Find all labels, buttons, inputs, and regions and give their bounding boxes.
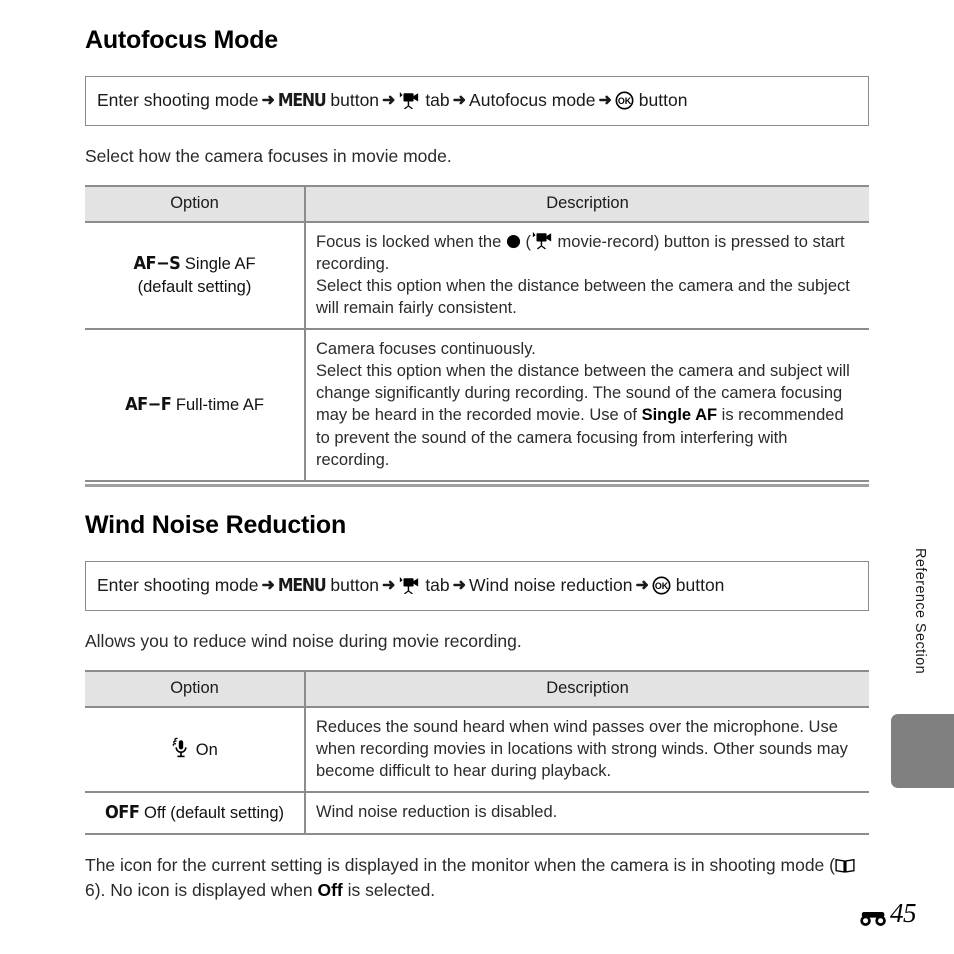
- autofocus-options-table: Option Description AF−S Single AF (defau…: [85, 184, 869, 482]
- page-number: 45: [859, 898, 917, 929]
- path-step-menu-item-1: Wind noise reduction: [469, 575, 633, 595]
- option-cell-on: On: [85, 706, 306, 793]
- movie-tab-icon: [398, 576, 420, 594]
- column-header-option: Option: [85, 184, 306, 223]
- option-cell-full-time-af: AF−F Full-time AF: [85, 329, 306, 482]
- navigation-path-autofocus: Enter shooting mode ➜ MENU button ➜ tab ➜ Aut…: [85, 76, 869, 126]
- side-tab-label: Reference Section: [912, 548, 928, 675]
- path-step-button-1: button: [330, 575, 380, 595]
- table-row: AF−S Single AF (default setting) Focus i…: [85, 221, 869, 331]
- path-step-enter-shooting-mode: Enter shooting mode: [97, 90, 259, 110]
- arrow-icon: ➜: [382, 577, 396, 594]
- section-divider-wrapper: [85, 484, 869, 487]
- af-s-code: AF−S: [133, 253, 181, 275]
- table-row: OFF Off (default setting) Wind noise red…: [85, 791, 869, 836]
- reference-section-e-glyph-icon: [859, 904, 889, 926]
- option-label-on: On: [195, 741, 218, 760]
- ok-button-icon: OK: [615, 91, 634, 110]
- description-line: Select this option when the distance bet…: [316, 276, 850, 317]
- footer-text-before: The icon for the current setting is disp…: [85, 855, 835, 876]
- path-step-button-2: button: [638, 90, 688, 110]
- section-divider: [85, 484, 869, 487]
- footer-page-ref: 6). No icon is displayed when: [85, 880, 318, 901]
- path-step-button-1: button: [330, 90, 380, 110]
- lead-text-autofocus: Select how the camera focuses in movie m…: [85, 146, 452, 166]
- footer-text-after: is selected.: [342, 880, 436, 901]
- arrow-icon: ➜: [452, 577, 467, 594]
- description-cell-off: Wind noise reduction is disabled.: [305, 791, 869, 836]
- table-header-row: Option Description: [85, 669, 869, 708]
- movie-record-icon: [531, 231, 553, 250]
- menu-button-icon: MENU: [277, 576, 327, 596]
- ok-button-icon: OK: [652, 576, 671, 595]
- path-step-menu-item-1: Autofocus mode: [469, 90, 596, 110]
- description-line: Focus is locked when the ( movie-record)…: [316, 231, 845, 273]
- path-step-enter-shooting-mode: Enter shooting mode: [97, 575, 259, 595]
- option-cell-off: OFF Off (default setting): [85, 791, 306, 836]
- table-row: AF−F Full-time AF Camera focuses continu…: [85, 329, 869, 482]
- option-label-single-af: Single AF: [184, 255, 256, 274]
- option-label-off: Off (default setting): [143, 803, 285, 822]
- path-step-tab-1: tab: [425, 90, 450, 110]
- table-header-row: Option Description: [85, 184, 869, 223]
- menu-button-icon: MENU: [277, 91, 327, 111]
- arrow-icon: ➜: [261, 577, 275, 594]
- description-cell-full-time-af: Camera focuses continuously. Select this…: [305, 329, 869, 482]
- wind-microphone-icon: [171, 737, 191, 758]
- record-dot-icon: [506, 233, 521, 248]
- af-f-code: AF−F: [125, 393, 172, 415]
- wind-noise-options-table: Option Description On Reduces the sound …: [85, 669, 869, 836]
- column-header-option: Option: [85, 669, 306, 708]
- option-label-full-time-af: Full-time AF: [175, 395, 264, 414]
- column-header-description: Description: [305, 669, 869, 708]
- path-step-tab-1: tab: [425, 575, 450, 595]
- section-wind-noise-reduction: Wind Noise Reduction Enter shooting mode…: [85, 511, 869, 904]
- path-step-button-2: button: [675, 575, 725, 595]
- option-cell-single-af: AF−S Single AF (default setting): [85, 221, 306, 331]
- page-number-value: 45: [890, 898, 917, 928]
- arrow-icon: ➜: [598, 92, 612, 109]
- table-row: On Reduces the sound heard when wind pas…: [85, 706, 869, 793]
- arrow-icon: ➜: [635, 577, 649, 594]
- svg-text:OK: OK: [618, 96, 632, 106]
- column-header-description: Description: [305, 184, 869, 223]
- page-title-wind-noise: Wind Noise Reduction: [85, 511, 347, 539]
- arrow-icon: ➜: [261, 92, 275, 109]
- navigation-path-wind-noise: Enter shooting mode ➜ MENU button ➜ tab ➜ Win…: [85, 561, 869, 611]
- description-cell-on: Reduces the sound heard when wind passes…: [305, 706, 869, 793]
- section-autofocus-mode: Autofocus Mode Enter shooting mode ➜ MENU …: [85, 26, 869, 482]
- description-line: Camera focuses continuously.: [316, 340, 536, 359]
- manual-page: Autofocus Mode Enter shooting mode ➜ MENU …: [0, 0, 954, 954]
- bold-term-single-af: Single AF: [641, 406, 718, 425]
- option-default-note: (default setting): [137, 278, 252, 297]
- page-title-autofocus: Autofocus Mode: [85, 26, 279, 54]
- description-line: Select this option when the distance bet…: [316, 362, 850, 469]
- open-book-icon: [835, 855, 855, 873]
- arrow-icon: ➜: [382, 92, 396, 109]
- arrow-icon: ➜: [452, 92, 467, 109]
- footer-note: The icon for the current setting is disp…: [85, 853, 869, 904]
- lead-text-wind-noise: Allows you to reduce wind noise during m…: [85, 631, 522, 651]
- svg-text:OK: OK: [655, 581, 669, 591]
- description-cell-single-af: Focus is locked when the ( movie-record)…: [305, 221, 869, 331]
- side-tab-marker: [891, 714, 954, 788]
- footer-bold-off: Off: [317, 880, 343, 901]
- movie-tab-icon: [398, 91, 420, 109]
- off-code: OFF: [104, 801, 140, 823]
